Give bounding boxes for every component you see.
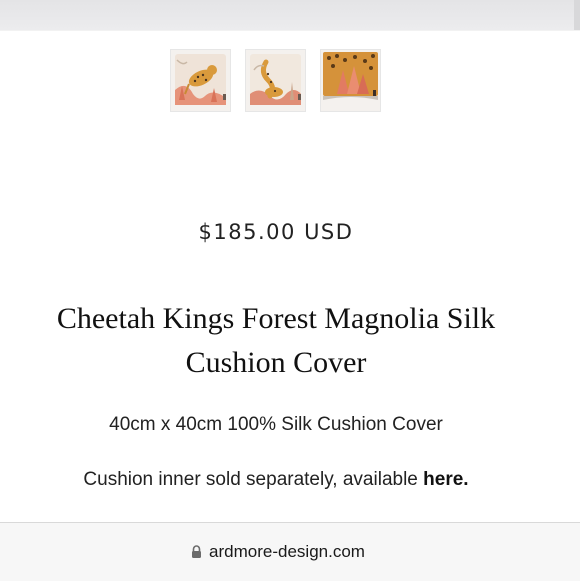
browser-top-strip — [0, 0, 580, 30]
cushion-inner-link[interactable]: here. — [423, 469, 468, 490]
thumbnail-back[interactable] — [245, 49, 306, 112]
product-title: Cheetah Kings Forest Magnolia Silk Cushi… — [56, 302, 496, 379]
product-dimensions: 40cm x 40cm 100% Silk Cushion Cover — [109, 414, 443, 435]
cheetah-cushion-detail-icon — [321, 50, 380, 111]
thumbnail-front[interactable] — [170, 49, 231, 112]
browser-url-bar[interactable]: ardmore-design.com — [0, 522, 580, 581]
url-text: ardmore-design.com — [209, 542, 365, 561]
product-price: $185.00 USD — [198, 220, 354, 244]
cushion-inner-note: Cushion inner sold separately, available… — [0, 469, 552, 491]
browser-edge — [574, 0, 580, 30]
thumbnail-detail[interactable] — [320, 49, 381, 112]
cheetah-cushion-front-icon — [171, 50, 230, 111]
url-display[interactable]: ardmore-design.com — [0, 542, 556, 563]
cheetah-cushion-back-icon — [246, 50, 305, 111]
product-thumbnails — [0, 49, 580, 113]
cushion-inner-note-text: Cushion inner sold separately, available — [83, 469, 424, 490]
lock-icon — [191, 543, 202, 563]
